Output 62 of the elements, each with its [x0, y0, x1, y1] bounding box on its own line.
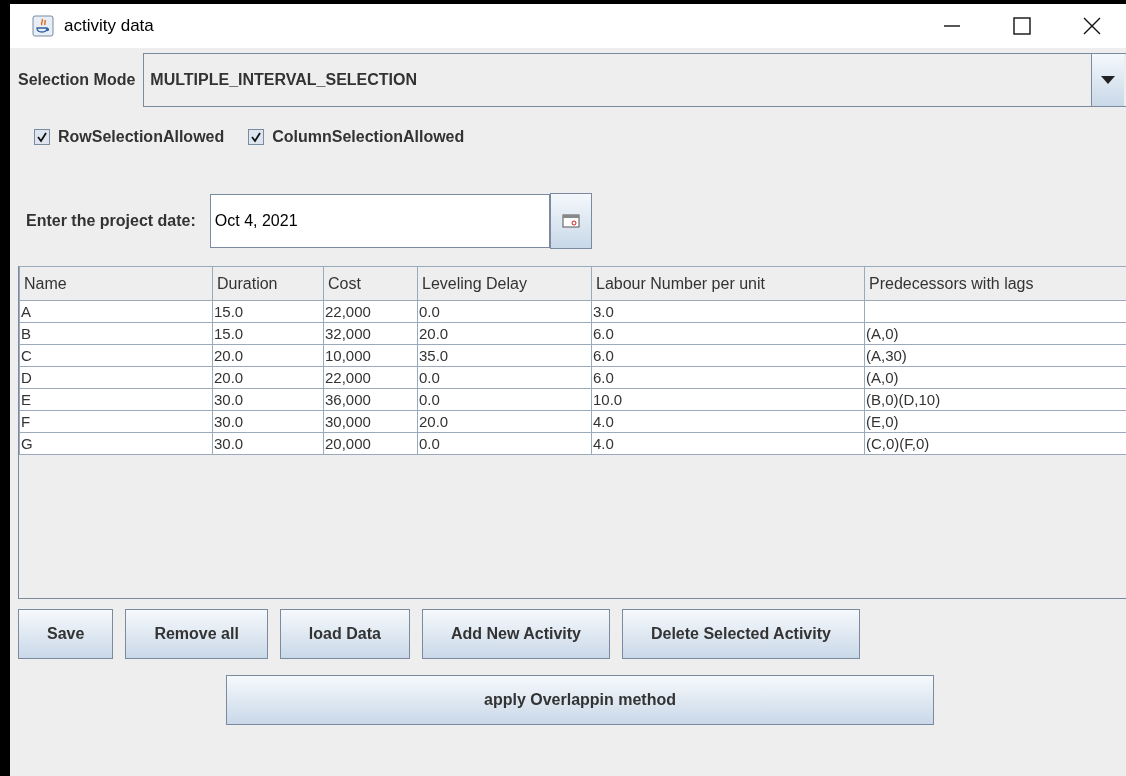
table-cell: 20,000 [323, 432, 418, 455]
selection-mode-dropdown[interactable]: MULTIPLE_INTERVAL_SELECTION [143, 53, 1126, 107]
selection-mode-label: Selection Mode [17, 71, 137, 89]
column-header[interactable]: Duration [212, 266, 324, 301]
window-title: activity data [64, 16, 154, 36]
maximize-icon[interactable] [1012, 16, 1032, 36]
table-cell: 20.0 [212, 344, 324, 367]
table-cell: 10,000 [323, 344, 418, 367]
close-icon[interactable] [1082, 16, 1102, 36]
table-cell: 32,000 [323, 322, 418, 345]
apply-button[interactable]: apply Overlappin method [226, 675, 934, 725]
action-button[interactable]: Delete Selected Activity [621, 609, 860, 659]
column-header[interactable]: Labour Number per unit [591, 266, 865, 301]
app-icon [32, 15, 54, 37]
table-cell: 30.0 [212, 410, 324, 433]
table-cell: C [19, 344, 213, 367]
calendar-button[interactable] [549, 193, 592, 249]
table-cell: 0.0 [417, 300, 592, 323]
table-cell: 6.0 [591, 322, 865, 345]
table-cell: 15.0 [212, 322, 324, 345]
column-header[interactable]: Name [19, 266, 213, 301]
action-button[interactable]: load Data [279, 609, 410, 659]
table-cell: 22,000 [323, 366, 418, 389]
column-header[interactable]: Cost [323, 266, 418, 301]
table-cell: A [19, 300, 213, 323]
table-cell: 20.0 [417, 410, 592, 433]
table-cell: 20.0 [212, 366, 324, 389]
table-cell: 6.0 [591, 344, 865, 367]
table-cell: 20.0 [417, 322, 592, 345]
checkbox[interactable] [248, 129, 265, 145]
table-cell: 30.0 [212, 432, 324, 455]
table-cell: 35.0 [417, 344, 592, 367]
table-cell: 6.0 [591, 366, 865, 389]
table-cell: 0.0 [417, 366, 592, 389]
table-cell: E [19, 388, 213, 411]
table-cell: B [19, 322, 213, 345]
table-cell: 3.0 [591, 300, 865, 323]
table-cell: D [19, 366, 213, 389]
table-cell: 0.0 [417, 388, 592, 411]
caret-icon[interactable] [1091, 54, 1124, 106]
table-cell: 15.0 [212, 300, 324, 323]
table-cell: G [19, 432, 213, 455]
table-cell: 0.0 [417, 432, 592, 455]
table-cell: 4.0 [591, 410, 865, 433]
table-cell: 30,000 [323, 410, 418, 433]
checkbox-label[interactable]: RowSelectionAllowed [58, 128, 225, 146]
table-cell: 4.0 [591, 432, 865, 455]
calendar-icon [561, 214, 580, 228]
action-button[interactable]: Remove all [125, 609, 268, 659]
table-cell: 36,000 [323, 388, 418, 411]
column-header[interactable]: Predecessors with lags [864, 266, 1126, 301]
checkbox-label[interactable]: ColumnSelectionAllowed [272, 128, 465, 146]
project-date-label: Enter the project date: [26, 212, 196, 230]
column-header[interactable]: Leveling Delay [417, 266, 592, 301]
checkbox[interactable] [34, 129, 50, 145]
date-field[interactable]: Oct 4, 2021 [209, 194, 550, 248]
table-cell: 10.0 [591, 388, 865, 411]
table-cell: F [19, 410, 213, 433]
table-cell: 22,000 [323, 300, 418, 323]
action-button[interactable]: Save [18, 609, 114, 659]
table-cell: 30.0 [212, 388, 324, 411]
action-button[interactable]: Add New Activity [421, 609, 610, 659]
